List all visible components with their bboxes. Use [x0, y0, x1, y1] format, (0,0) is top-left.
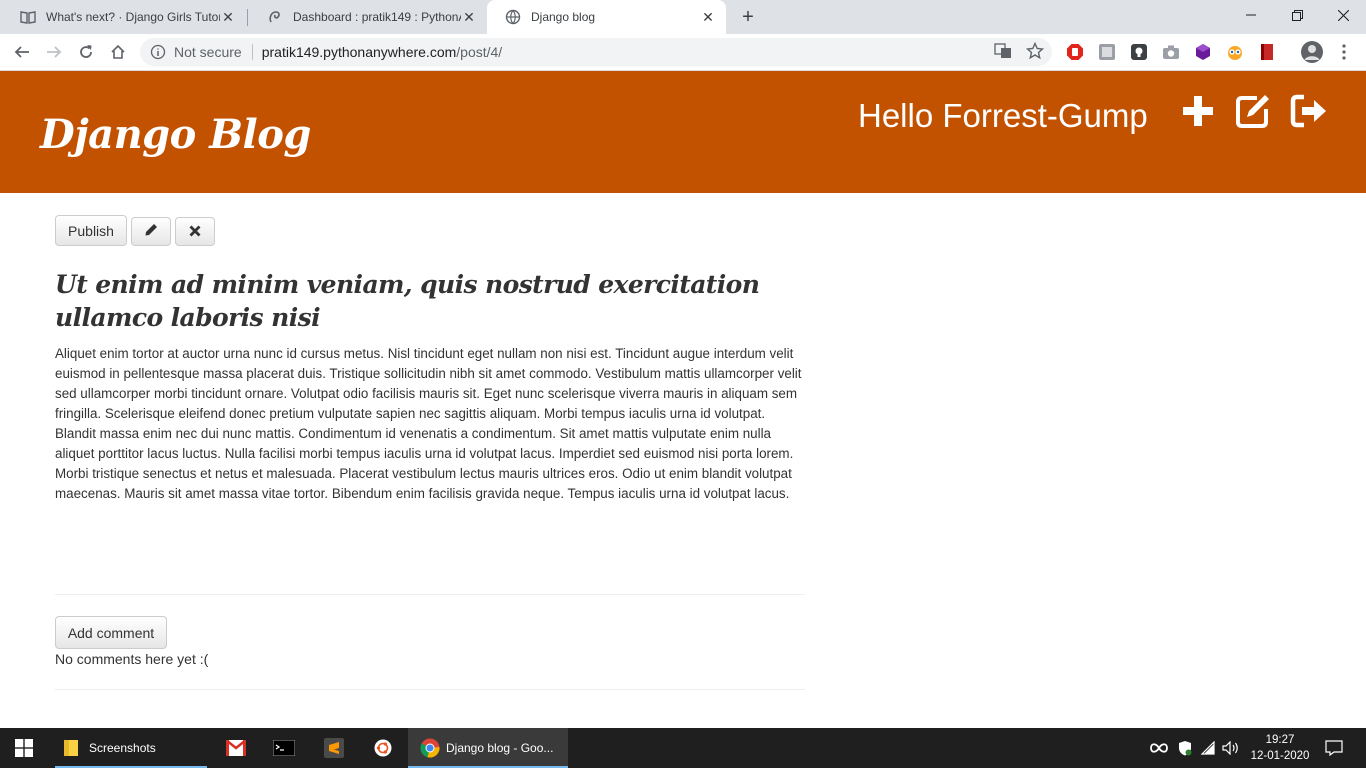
address-bar[interactable]: Not secure pratik149.pythonanywhere.com /…: [140, 38, 1052, 66]
delete-post-button[interactable]: [175, 217, 215, 246]
browser-tab-title: Dashboard : pratik149 : PythonAn: [293, 10, 461, 24]
add-post-icon[interactable]: [1179, 93, 1217, 129]
owl-extension-icon[interactable]: [1225, 42, 1245, 62]
divider: [55, 689, 805, 690]
adblock-extension-icon[interactable]: [1065, 42, 1085, 62]
reload-icon[interactable]: [72, 38, 100, 66]
gmail-icon[interactable]: [216, 728, 256, 768]
taskbar-explorer-label: Screenshots: [89, 741, 156, 755]
notification-icon[interactable]: [1318, 728, 1350, 768]
post-title: Ut enim ad minim veniam, quis nostrud ex…: [55, 270, 760, 332]
security-label: Not secure: [174, 44, 242, 60]
close-tab-icon[interactable]: ✕: [461, 9, 477, 25]
ubuntu-icon[interactable]: [363, 728, 403, 768]
translate-icon[interactable]: [994, 42, 1012, 63]
browser-tab-strip: What's next? · Django Girls Tutor ✕ Dash…: [0, 0, 1366, 34]
no-comments-text: No comments here yet :(: [55, 651, 209, 667]
windows-taskbar: Screenshots Django blog - Goo... 19:27 1…: [0, 728, 1366, 768]
url-host: pratik149.pythonanywhere.com: [261, 44, 457, 60]
edit-square-icon[interactable]: [1234, 93, 1272, 129]
infinity-icon[interactable]: [1148, 728, 1170, 768]
back-arrow-icon[interactable]: [8, 38, 36, 66]
add-comment-button[interactable]: Add comment: [55, 616, 167, 649]
cube-extension-icon[interactable]: [1193, 42, 1213, 62]
browser-toolbar: Not secure pratik149.pythonanywhere.com /…: [0, 34, 1366, 71]
browser-tab[interactable]: What's next? · Django Girls Tutor ✕: [2, 0, 246, 34]
globe-icon: [505, 9, 521, 25]
minimize-icon[interactable]: [1228, 0, 1274, 30]
terminal-icon[interactable]: [264, 728, 304, 768]
camera-extension-icon[interactable]: [1161, 42, 1181, 62]
post-body: Aliquet enim tortor at auctor urna nunc …: [55, 346, 802, 501]
folder-icon: [63, 739, 79, 757]
lightbulb-extension-icon[interactable]: [1129, 42, 1149, 62]
taskbar-chrome-label: Django blog - Goo...: [446, 741, 554, 755]
browser-tab[interactable]: Dashboard : pratik149 : PythonAn ✕: [249, 0, 487, 34]
taskbar-chrome[interactable]: Django blog - Goo...: [408, 728, 568, 768]
site-header: Django Blog Hello Forrest-Gump: [0, 71, 1366, 193]
omnibox-divider: [251, 44, 253, 60]
clock-date: 12-01-2020: [1250, 750, 1310, 762]
menu-kebab-icon[interactable]: [1334, 42, 1354, 62]
info-icon[interactable]: [150, 44, 166, 60]
volume-icon[interactable]: [1220, 728, 1242, 768]
home-icon[interactable]: [104, 38, 132, 66]
remove-icon: [189, 224, 201, 240]
restore-icon[interactable]: [1274, 0, 1320, 30]
bookmark-star-icon[interactable]: [1025, 41, 1045, 63]
user-greeting: Hello Forrest-Gump: [858, 97, 1148, 134]
close-tab-icon[interactable]: ✕: [220, 9, 236, 25]
publish-button[interactable]: Publish: [55, 215, 127, 246]
divider: [55, 594, 805, 595]
close-tab-icon[interactable]: ✕: [700, 9, 716, 25]
system-clock[interactable]: 19:27 12-01-2020: [1250, 732, 1310, 764]
book-icon: [20, 9, 36, 25]
extension-icon[interactable]: [1097, 42, 1117, 62]
pythonanywhere-icon: [267, 9, 283, 25]
url-path: /post/4/: [456, 44, 503, 60]
chrome-icon: [420, 738, 440, 758]
windows-start-icon[interactable]: [0, 728, 48, 768]
pencil-icon: [144, 223, 158, 240]
profile-avatar-icon[interactable]: [1300, 40, 1324, 64]
clock-time: 19:27: [1265, 734, 1295, 746]
book-extension-icon[interactable]: [1257, 42, 1277, 62]
taskbar-explorer[interactable]: Screenshots: [55, 728, 207, 768]
site-logo[interactable]: Django Blog: [40, 111, 311, 158]
wifi-icon[interactable]: [1198, 728, 1218, 768]
forward-arrow-icon[interactable]: [40, 38, 68, 66]
logout-icon[interactable]: [1290, 93, 1328, 129]
close-window-icon[interactable]: [1320, 0, 1366, 30]
browser-tab-title: Django blog: [531, 10, 596, 24]
sublime-text-icon[interactable]: [314, 728, 354, 768]
browser-tab-title: What's next? · Django Girls Tutor: [46, 10, 220, 24]
tab-divider: [247, 9, 248, 26]
new-tab-icon[interactable]: +: [736, 5, 760, 29]
browser-tab-active[interactable]: Django blog ✕: [487, 0, 726, 34]
defender-shield-icon[interactable]: [1174, 728, 1196, 768]
edit-post-button[interactable]: [131, 217, 171, 246]
